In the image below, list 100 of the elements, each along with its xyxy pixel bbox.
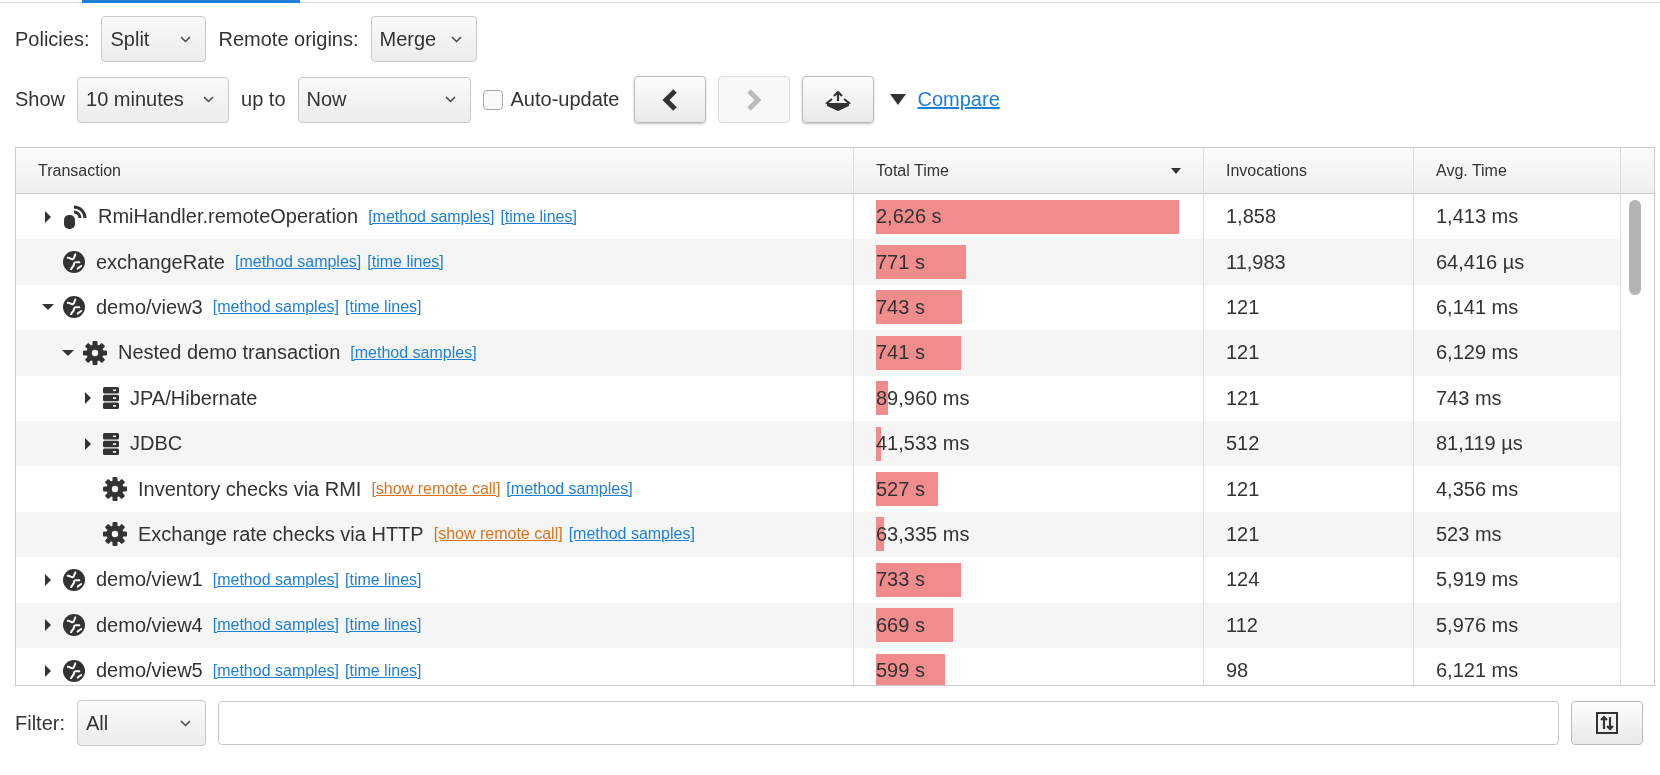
invocations-value: 124: [1226, 568, 1260, 592]
up-to-label: up to: [241, 88, 286, 111]
transaction-name: RmiHandler.remoteOperation: [98, 205, 359, 229]
filter-label: Filter:: [15, 711, 65, 735]
average-time-value: 1,413 ms: [1436, 205, 1519, 229]
detail-link[interactable]: [method samples]: [212, 661, 339, 680]
column-header[interactable]: Transaction: [16, 148, 854, 194]
table-row[interactable]: Nested demo transaction [method samples] 741 s 121 6,129 ms: [16, 330, 1621, 376]
triangle-down-icon: [889, 94, 906, 105]
total-time-value: 733 s: [876, 568, 925, 592]
total-time-value: 743 s: [876, 295, 925, 319]
total-time-value: 599 s: [876, 659, 925, 683]
average-time-value: 81,119 µs: [1436, 432, 1523, 456]
invocations-value: 121: [1226, 341, 1260, 365]
table-row[interactable]: exchangeRate [method samples] [time lines] 771 s 11,983 64,416 µs: [16, 239, 1621, 285]
back-button[interactable]: [633, 76, 706, 123]
show-label: Show: [15, 88, 66, 111]
average-time-value: 5,976 ms: [1436, 613, 1519, 637]
total-time-value: 771 s: [876, 250, 925, 274]
detail-link[interactable]: [method samples]: [212, 298, 339, 317]
invocations-value: 121: [1226, 295, 1260, 319]
gear-icon: [102, 521, 128, 548]
column-header[interactable]: Total Time: [854, 148, 1204, 194]
average-time-value: 6,129 ms: [1436, 341, 1519, 365]
transaction-name: demo/view3: [96, 295, 203, 319]
detail-link[interactable]: [time lines]: [345, 661, 422, 680]
detail-link[interactable]: [method samples]: [212, 616, 339, 635]
remote-call-icon: [62, 203, 88, 230]
detail-link[interactable]: [time lines]: [367, 253, 444, 272]
detail-link[interactable]: [method samples]: [212, 570, 339, 589]
transaction-name: demo/view4: [96, 613, 203, 637]
transaction-name: exchangeRate: [96, 250, 225, 274]
table-row[interactable]: JDBC 41,533 ms 512 81,119 µs: [16, 420, 1621, 467]
export-icon: [824, 88, 851, 111]
column-header[interactable]: Invocations: [1204, 148, 1414, 194]
globe-icon: [62, 567, 86, 592]
total-time-value: 63,335 ms: [876, 522, 970, 546]
filter-dropdown[interactable]: All: [77, 700, 206, 746]
detail-link[interactable]: [time lines]: [345, 298, 422, 317]
table-row[interactable]: demo/view4 [method samples] [time lines] 669 s 112 5,976 ms: [16, 602, 1621, 648]
gear-icon: [102, 476, 128, 503]
sort-columns-icon: [1596, 712, 1618, 734]
caret-icon: [450, 35, 462, 43]
total-time-value: 2,626 s: [876, 205, 942, 229]
globe-icon: [62, 613, 86, 638]
invocations-value: 121: [1226, 386, 1260, 410]
globe-icon: [62, 295, 86, 320]
invocations-value: 98: [1226, 659, 1249, 683]
sort-toggle-button[interactable]: [1571, 701, 1643, 745]
caret-icon: [180, 35, 192, 43]
policies-dropdown[interactable]: Split: [101, 16, 207, 62]
gear-icon: [82, 339, 108, 366]
time-span-dropdown[interactable]: 10 minutes: [77, 76, 230, 123]
chevron-left-icon: [660, 88, 679, 111]
average-time-value: 64,416 µs: [1436, 250, 1525, 274]
transaction-name: demo/view1: [96, 568, 203, 592]
total-time-value: 527 s: [876, 477, 925, 501]
end-time-dropdown[interactable]: Now: [297, 76, 471, 123]
filter-input-field[interactable]: [218, 701, 1559, 745]
auto-update-checkbox[interactable]: Auto-update: [482, 88, 620, 111]
invocations-value: 121: [1226, 522, 1260, 546]
average-time-value: 5,919 ms: [1436, 568, 1519, 592]
export-button[interactable]: [801, 76, 874, 123]
detail-link[interactable]: [method samples]: [568, 525, 695, 544]
scrollbar-thumb[interactable]: [1629, 200, 1641, 295]
detail-link[interactable]: [method samples]: [506, 480, 633, 499]
globe-icon: [62, 658, 86, 683]
average-time-value: 4,356 ms: [1436, 477, 1519, 501]
detail-link[interactable]: [method samples]: [235, 253, 362, 272]
remote-origins-dropdown[interactable]: Merge: [370, 16, 477, 62]
detail-link[interactable]: [method samples]: [350, 343, 477, 362]
transaction-name: Nested demo transaction: [118, 341, 341, 365]
invocations-value: 112: [1226, 613, 1258, 637]
detail-link[interactable]: [time lines]: [345, 616, 422, 635]
remote-origins-label: Remote origins:: [218, 27, 359, 51]
caret-icon: [180, 719, 191, 727]
compare-link[interactable]: Compare: [917, 88, 1000, 111]
invocations-value: 11,983: [1226, 250, 1286, 274]
database-icon: [102, 386, 120, 411]
detail-link[interactable]: [method samples]: [368, 207, 495, 226]
detail-link[interactable]: [time lines]: [345, 570, 422, 589]
total-time-value: 41,533 ms: [876, 432, 970, 456]
chevron-right-icon: [744, 88, 763, 111]
column-header[interactable]: Avg. Time: [1414, 148, 1621, 194]
database-icon: [102, 431, 120, 456]
sort-descending-icon: [1171, 167, 1181, 174]
caret-icon: [444, 96, 456, 103]
detail-link[interactable]: [time lines]: [500, 207, 577, 226]
globe-icon: [62, 250, 86, 275]
transaction-name: Exchange rate checks via HTTP: [138, 522, 424, 546]
average-time-value: 743 ms: [1436, 386, 1502, 410]
transaction-name: JPA/Hibernate: [130, 386, 258, 410]
average-time-value: 6,141 ms: [1436, 295, 1519, 319]
average-time-value: 523 ms: [1436, 522, 1502, 546]
transaction-name: Inventory checks via RMI: [138, 477, 362, 501]
transaction-name: JDBC: [130, 432, 183, 456]
total-time-value: 741 s: [876, 341, 925, 365]
average-time-value: 6,121 ms: [1436, 659, 1519, 683]
total-time-value: 669 s: [876, 613, 925, 637]
table-row[interactable]: Exchange rate checks via HTTP [show remote call] [method samples] 63,335 ms 121 523 ms: [16, 511, 1621, 558]
